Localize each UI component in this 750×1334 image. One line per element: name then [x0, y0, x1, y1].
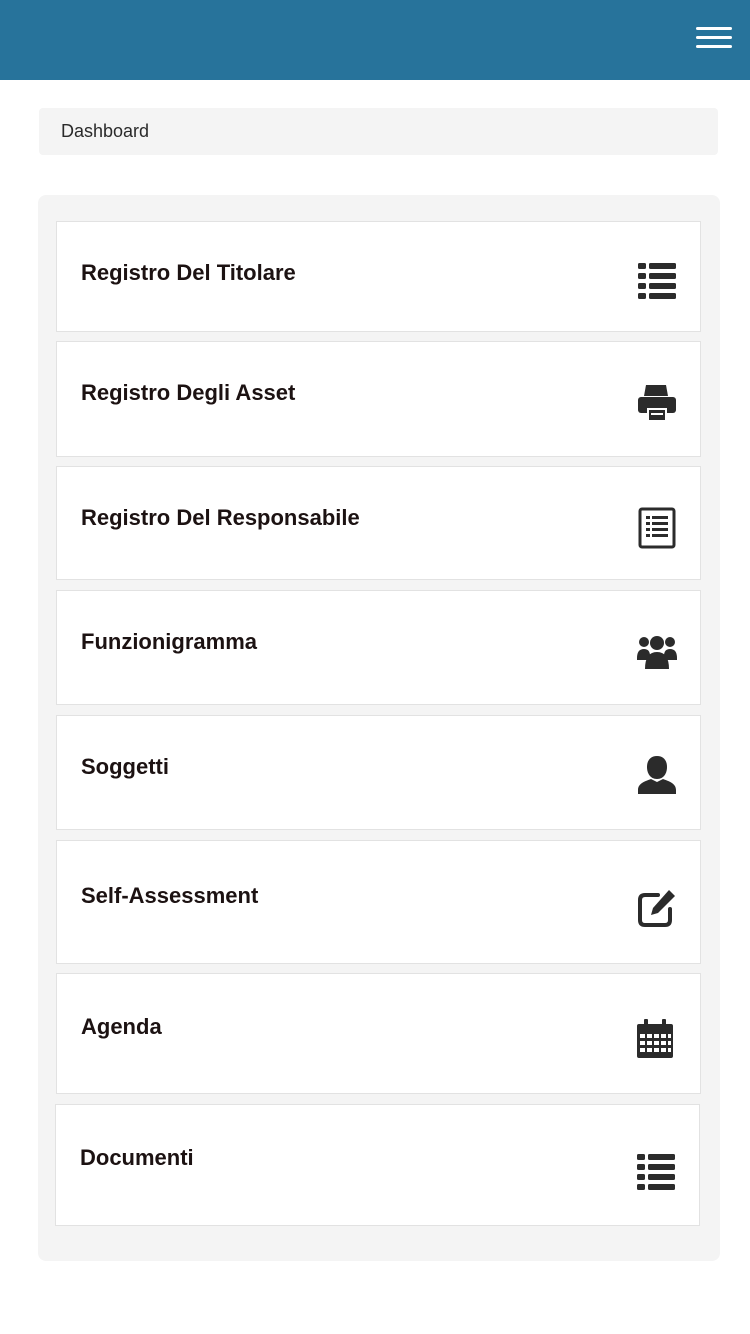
menu-item-label: Registro Del Responsabile — [81, 505, 360, 530]
top-navbar — [0, 0, 750, 80]
menu-item-label: Agenda — [81, 1014, 162, 1039]
breadcrumb-current[interactable]: Dashboard — [61, 121, 149, 141]
menu-item-soggetti[interactable]: Soggetti — [56, 715, 701, 830]
menu-item-registro-degli-asset[interactable]: Registro Degli Asset — [56, 341, 701, 457]
list-icon — [635, 1151, 677, 1193]
menu-item-documenti[interactable]: Documenti — [55, 1104, 700, 1226]
menu-item-registro-del-responsabile[interactable]: Registro Del Responsabile — [56, 466, 701, 580]
menu-item-registro-del-titolare[interactable]: Registro Del Titolare — [56, 221, 701, 332]
menu-item-label: Funzionigramma — [81, 629, 258, 654]
menu-item-agenda[interactable]: Agenda — [56, 973, 701, 1094]
menu-item-label: Registro Del Titolare — [81, 260, 296, 285]
user-icon — [636, 754, 678, 796]
hamburger-menu-icon[interactable] — [696, 25, 732, 51]
dashboard-menu-panel: Registro Del Titolare Registro Degli Ass… — [38, 195, 720, 1261]
menu-item-label: Registro Degli Asset — [81, 380, 296, 405]
menu-item-funzionigramma[interactable]: Funzionigramma — [56, 590, 701, 705]
calendar-icon — [634, 1018, 676, 1060]
document-list-icon — [636, 507, 678, 549]
breadcrumb: Dashboard — [39, 108, 718, 155]
menu-item-self-assessment[interactable]: Self-Assessment — [56, 840, 701, 964]
menu-item-label: Self-Assessment — [81, 883, 259, 908]
edit-square-icon — [636, 887, 678, 929]
menu-item-label: Soggetti — [81, 754, 169, 779]
users-group-icon — [636, 631, 678, 673]
list-icon — [636, 260, 678, 302]
printer-icon — [636, 382, 678, 424]
menu-item-label: Documenti — [80, 1145, 194, 1170]
